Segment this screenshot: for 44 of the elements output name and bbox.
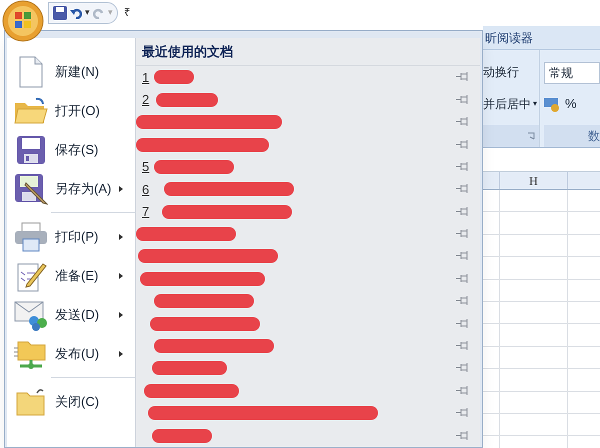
printer-icon bbox=[14, 222, 48, 252]
dialog-launcher-icon[interactable] bbox=[527, 132, 535, 140]
number-format-dropdown[interactable]: 常规 bbox=[544, 62, 600, 84]
office-button[interactable] bbox=[2, 0, 44, 42]
undo-dropdown[interactable]: ▾ bbox=[85, 6, 90, 20]
menu-item[interactable]: 打印(P) bbox=[7, 217, 135, 256]
column-header[interactable]: H bbox=[529, 172, 538, 190]
folder-icon bbox=[14, 96, 48, 125]
menu-item[interactable]: 关闭(C) bbox=[7, 382, 135, 422]
submenu-arrow-icon bbox=[119, 312, 123, 318]
recent-number: 7 bbox=[142, 203, 150, 222]
wrap-text-button[interactable]: 动换行 bbox=[483, 62, 539, 80]
recent-number: 2 bbox=[142, 91, 150, 110]
percent-button[interactable]: % bbox=[565, 94, 577, 114]
menu-item[interactable]: 保存(S) bbox=[7, 130, 135, 170]
redaction-mark bbox=[156, 92, 218, 107]
redo-icon[interactable] bbox=[93, 7, 105, 19]
submenu-arrow-icon bbox=[119, 186, 123, 192]
recent-number: 1 bbox=[142, 68, 150, 87]
envelope-people-icon bbox=[14, 298, 48, 331]
merge-center-button[interactable]: 并后居中 ▾ bbox=[483, 94, 539, 112]
menu-item[interactable]: 发送(D) bbox=[7, 295, 135, 334]
customize-toolbar-button[interactable]: ₹ bbox=[124, 4, 130, 22]
floppy-pencil-icon bbox=[14, 172, 48, 205]
menu-item[interactable]: 新建(N) bbox=[7, 52, 135, 92]
recent-documents-title: 最近使用的文档 bbox=[142, 43, 233, 62]
save-icon[interactable] bbox=[53, 6, 67, 20]
ribbon-tab[interactable]: 昕阅读器 bbox=[485, 28, 533, 46]
menu-item[interactable]: 发布(U) bbox=[7, 334, 135, 374]
currency-icon[interactable] bbox=[544, 96, 562, 112]
redaction-mark bbox=[152, 428, 212, 443]
group-label: 数 bbox=[588, 128, 600, 145]
recent-number: 5 bbox=[142, 158, 150, 176]
menu-item[interactable]: 打开(O) bbox=[7, 91, 135, 130]
submenu-arrow-icon bbox=[119, 234, 123, 240]
menu-item[interactable]: 准备(E) bbox=[7, 256, 135, 296]
menu-item[interactable]: 另存为(A) bbox=[7, 169, 135, 208]
redaction-mark bbox=[154, 70, 194, 84]
folder-arrow-icon bbox=[15, 386, 47, 417]
recent-number: 6 bbox=[142, 180, 150, 199]
submenu-arrow-icon bbox=[119, 272, 123, 279]
blank-page-icon bbox=[18, 56, 44, 88]
undo-icon[interactable] bbox=[70, 7, 82, 19]
submenu-arrow-icon bbox=[119, 350, 123, 357]
